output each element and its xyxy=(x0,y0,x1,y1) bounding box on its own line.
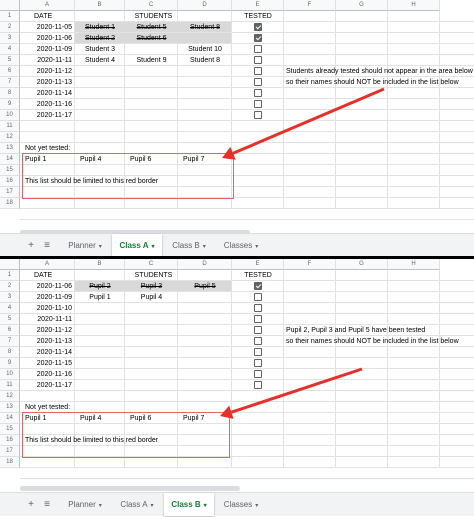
chevron-down-icon[interactable]: ▾ xyxy=(255,503,258,509)
sheet-tab-class-b[interactable]: Class B ▾ xyxy=(164,493,214,516)
red-arrow-annotation xyxy=(222,87,385,160)
chevron-down-icon[interactable]: ▾ xyxy=(99,244,102,250)
sheet-tab-class-b[interactable]: Class B ▾ xyxy=(164,234,214,256)
all-sheets-icon[interactable]: ≡ xyxy=(40,493,54,516)
sheet-tab-label: Classes xyxy=(223,500,253,509)
sheet-tab-label: Planner xyxy=(68,241,96,250)
sheet-tab-label: Class B xyxy=(172,241,200,250)
sheet-tab-classes[interactable]: Classes ▾ xyxy=(216,234,266,256)
add-sheet-icon[interactable]: + xyxy=(24,493,38,516)
add-sheet-icon[interactable]: + xyxy=(24,234,38,256)
sheet-tab-label: Classes xyxy=(223,241,253,250)
sheet-tab-classes[interactable]: Classes ▾ xyxy=(216,493,266,516)
red-arrow-annotation xyxy=(220,367,363,419)
arrow-shaft xyxy=(232,87,385,155)
sheet-tab-label: Planner xyxy=(68,500,96,509)
all-sheets-icon[interactable]: ≡ xyxy=(40,234,54,256)
chevron-down-icon[interactable]: ▾ xyxy=(99,503,102,509)
sheet-tab-planner[interactable]: Planner ▾ xyxy=(60,234,110,256)
sheet-tab-class-a[interactable]: Class A ▾ xyxy=(112,493,162,516)
sheet-tab-planner[interactable]: Planner ▾ xyxy=(60,493,110,516)
horizontal-scrollbar[interactable] xyxy=(20,486,240,491)
chevron-down-icon[interactable]: ▾ xyxy=(152,244,155,250)
chevron-down-icon[interactable]: ▾ xyxy=(204,503,207,509)
sheet-tab-bar: + ≡ Planner ▾ Class A ▾ Class B ▾ Classes ▾ xyxy=(0,492,474,516)
sheet-tab-label: Class A xyxy=(119,241,149,250)
sheet-tab-label: Class B xyxy=(171,500,201,509)
chevron-down-icon[interactable]: ▾ xyxy=(151,503,154,509)
sheet-tab-bar: + ≡ Planner ▾ Class A ▾ Class B ▾ Classes ▾ xyxy=(0,233,474,256)
spreadsheet-class-a: A B C D E F G H 1 2 3 4 5 6 7 8 9 10 11 12 13 14 15 16 17 18 DATE S… xyxy=(0,0,474,256)
arrow-shaft xyxy=(230,367,363,414)
sheet-tab-label: Class A xyxy=(120,500,148,509)
spreadsheet-class-b: A B C D E F G H 1 2 3 4 5 6 7 8 9 10 11 12 13 14 15 16 17 18 DATE S… xyxy=(0,259,474,517)
chevron-down-icon[interactable]: ▾ xyxy=(255,244,258,250)
chevron-down-icon[interactable]: ▾ xyxy=(203,244,206,250)
sheet-tab-class-a[interactable]: Class A ▾ xyxy=(112,234,162,256)
